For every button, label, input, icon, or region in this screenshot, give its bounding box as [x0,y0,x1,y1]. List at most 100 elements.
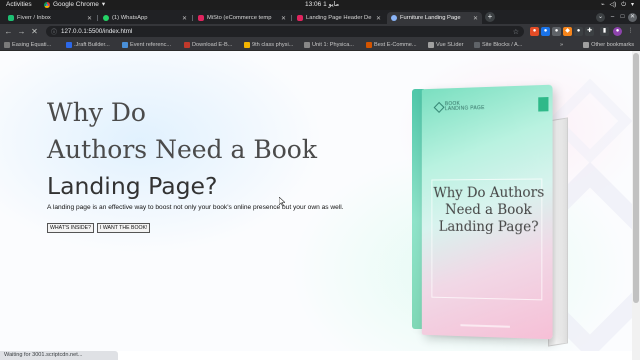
chevron-right-icon[interactable]: » [560,40,563,50]
dribbble-favicon-icon [297,15,303,21]
bookmark-item[interactable]: Download E-B... [184,40,232,50]
bookmark-label: Vue SLider [436,42,463,48]
book-cover-logo: BOOK LANDING PAGE [435,101,485,112]
tab-title: MiSto (eCommerce temp [207,15,278,21]
app-menu[interactable]: Google Chrome ▾ [44,0,105,10]
bookmark-item[interactable]: Best E-Comme... [366,40,417,50]
hero-description: A landing page is an effective way to bo… [47,203,365,212]
activities-button[interactable]: Activities [6,0,32,10]
bookmark-label: .Jraft Builder... [74,42,110,48]
hero-cta-group: WHAT'S INSIDE? I WANT THE BOOK! [47,223,150,233]
bookmark-favicon-icon [4,42,10,48]
chrome-icon [44,2,50,8]
book-cover-title: Why Do Authors Need a Book Landing Page? [429,185,548,237]
globe-favicon-icon [391,15,397,21]
info-icon[interactable]: ⓘ [51,27,57,36]
book-bookmark-ribbon [538,97,548,112]
close-icon[interactable]: ✕ [87,15,92,22]
bookmark-favicon-icon [122,42,128,48]
tab-separator [291,15,292,21]
avatar[interactable]: ● [613,27,622,36]
book-logo-icon [434,102,445,113]
new-tab-button[interactable]: + [485,12,495,22]
dribbble-favicon-icon [198,15,204,21]
bookmark-favicon-icon [366,42,372,48]
minimize-button[interactable]: – [608,13,617,22]
os-top-bar: Activities Google Chrome ▾ 13:06 1 مايو … [0,0,640,10]
more-menu-icon[interactable]: ⋮ [626,27,635,36]
book-logo-text: BOOK LANDING PAGE [445,101,485,112]
bookmark-favicon-icon [304,42,310,48]
volume-icon: ◁) [610,0,617,10]
chevron-down-icon: ▾ [631,0,634,10]
status-bar: Waiting for 3001.scriptcdn.net... [0,351,118,360]
folder-icon [428,42,434,48]
close-icon[interactable]: ✕ [281,15,286,22]
tab-whatsapp[interactable]: (1) WhatsApp ✕ [99,12,191,24]
whats-inside-button[interactable]: WHAT'S INSIDE? [47,223,94,233]
page-viewport: Why Do Authors Need a Book Landing Page?… [0,51,632,351]
bookmark-item[interactable]: Vue SLider [428,40,463,50]
bookmark-label: Unit 1: Physica... [312,42,354,48]
book-cover-footer-line [460,324,509,328]
bookmark-favicon-icon [184,42,190,48]
other-bookmarks-label: Other bookmarks [591,42,634,48]
bookmark-label: Download E-B... [192,42,232,48]
chevron-down-icon: ▾ [102,0,105,10]
bookmark-star-icon[interactable]: ☆ [513,28,519,36]
extension-icon[interactable]: ● [574,27,583,36]
tab-separator [97,15,98,21]
bookmark-item[interactable]: Site Blocks / A... [474,40,522,50]
headline-line-2: Authors Need a Book [47,131,377,168]
bookmark-item[interactable]: Easing Equati... [4,40,51,50]
bookmark-item[interactable]: 9th class physi... [244,40,293,50]
close-icon[interactable]: ✕ [376,15,381,22]
extension-icon[interactable]: ● [541,27,550,36]
maximize-button[interactable]: □ [618,13,627,22]
forward-button[interactable]: → [17,27,26,36]
bookmark-item[interactable]: Event referenc... [122,40,171,50]
browser-toolbar: ← → ✕ ⓘ 127.0.0.1:5500/index.html ☆ ● ● … [0,24,640,39]
tab-title: Fiverr / Inbox [17,15,84,21]
address-bar[interactable]: ⓘ 127.0.0.1:5500/index.html ☆ [46,26,524,37]
bookmark-favicon-icon [474,42,480,48]
book-cover: BOOK LANDING PAGE Why Do Authors Need a … [422,85,553,340]
clock[interactable]: 13:06 1 مايو [305,0,339,10]
mouse-cursor-icon [279,197,285,206]
close-window-button[interactable]: ✕ [628,13,637,22]
tab-title: Landing Page Header De [306,15,373,21]
extension-icon[interactable]: ● [530,27,539,36]
puzzle-icon[interactable]: ✚ [585,27,594,36]
url-text: 127.0.0.1:5500/index.html [61,28,132,35]
tab-misto[interactable]: MiSto (eCommerce temp ✕ [194,12,290,24]
tab-furniture-landing-page[interactable]: Furniture Landing Page ✕ [387,12,482,24]
close-icon[interactable]: ✕ [182,15,187,22]
want-the-book-button[interactable]: I WANT THE BOOK! [97,223,150,233]
bookmark-favicon-icon [66,42,72,48]
bookmark-label: 9th class physi... [252,42,293,48]
page-scrollbar[interactable] [632,51,640,360]
tab-fiverr[interactable]: Fiverr / Inbox ✕ [4,12,96,24]
tab-title: Furniture Landing Page [400,15,470,21]
hero-headline: Why Do Authors Need a Book Landing Page? [47,94,377,205]
sidebar-icon[interactable]: ▮ [600,27,609,36]
tab-strip: Fiverr / Inbox ✕ (1) WhatsApp ✕ MiSto (e… [0,10,640,24]
bookmark-item[interactable]: Unit 1: Physica... [304,40,354,50]
folder-icon [583,42,589,48]
tab-title: (1) WhatsApp [112,15,179,21]
close-icon[interactable]: ✕ [473,15,478,22]
tab-search-button[interactable]: ⌄ [596,13,605,22]
power-icon: ⏻ [621,0,626,10]
metamask-icon[interactable]: ◆ [563,27,572,36]
tab-landing-page-header[interactable]: Landing Page Header De ✕ [293,12,385,24]
book-logo-line2: LANDING PAGE [445,105,485,112]
bookmark-favicon-icon [244,42,250,48]
other-bookmarks[interactable]: Other bookmarks [583,40,634,50]
back-button[interactable]: ← [4,27,13,36]
scrollbar-thumb[interactable] [633,53,639,303]
system-tray[interactable]: ⌁ ◁) ⏻ ▾ [601,0,634,10]
bookmark-item[interactable]: .Jraft Builder... [66,40,110,50]
extension-icon[interactable]: ● [552,27,561,36]
reload-button[interactable]: ✕ [30,27,39,36]
tab-separator [192,15,193,21]
